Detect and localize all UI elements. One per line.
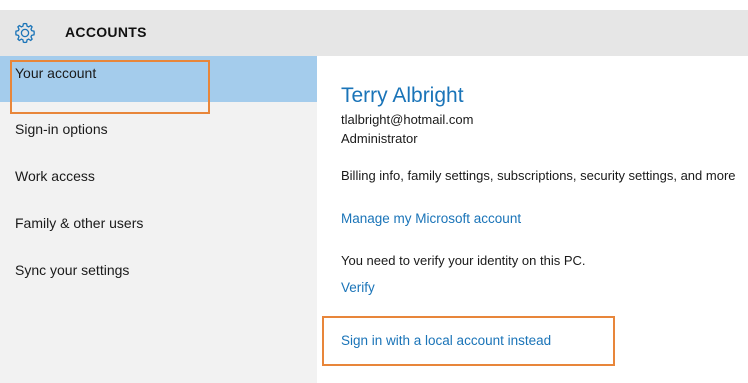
page-title: ACCOUNTS [65,24,147,40]
user-email: tlalbright@hotmail.com [341,112,474,127]
sidebar-item-label: Your account [15,65,97,81]
verify-link[interactable]: Verify [341,280,375,295]
sidebar-item-label: Family & other users [15,215,144,231]
sidebar-item-work-access[interactable]: Work access [0,153,317,199]
user-role: Administrator [341,131,418,146]
manage-microsoft-account-link[interactable]: Manage my Microsoft account [341,211,521,226]
sidebar-item-family-other-users[interactable]: Family & other users [0,200,317,246]
sidebar-item-your-account[interactable]: Your account [0,56,317,102]
sidebar-item-label: Work access [15,168,95,184]
sidebar-item-label: Sign-in options [15,121,108,137]
sidebar-item-sign-in-options[interactable]: Sign-in options [0,106,317,152]
sidebar-item-sync-settings[interactable]: Sync your settings [0,247,317,293]
gear-icon [15,22,35,44]
verify-identity-text: You need to verify your identity on this… [341,253,586,268]
sidebar-item-label: Sync your settings [15,262,130,278]
billing-description: Billing info, family settings, subscript… [341,168,736,183]
sign-in-local-account-link[interactable]: Sign in with a local account instead [341,333,551,348]
user-name: Terry Albright [341,84,464,107]
sidebar: Your account Sign-in options Work access… [0,56,317,383]
